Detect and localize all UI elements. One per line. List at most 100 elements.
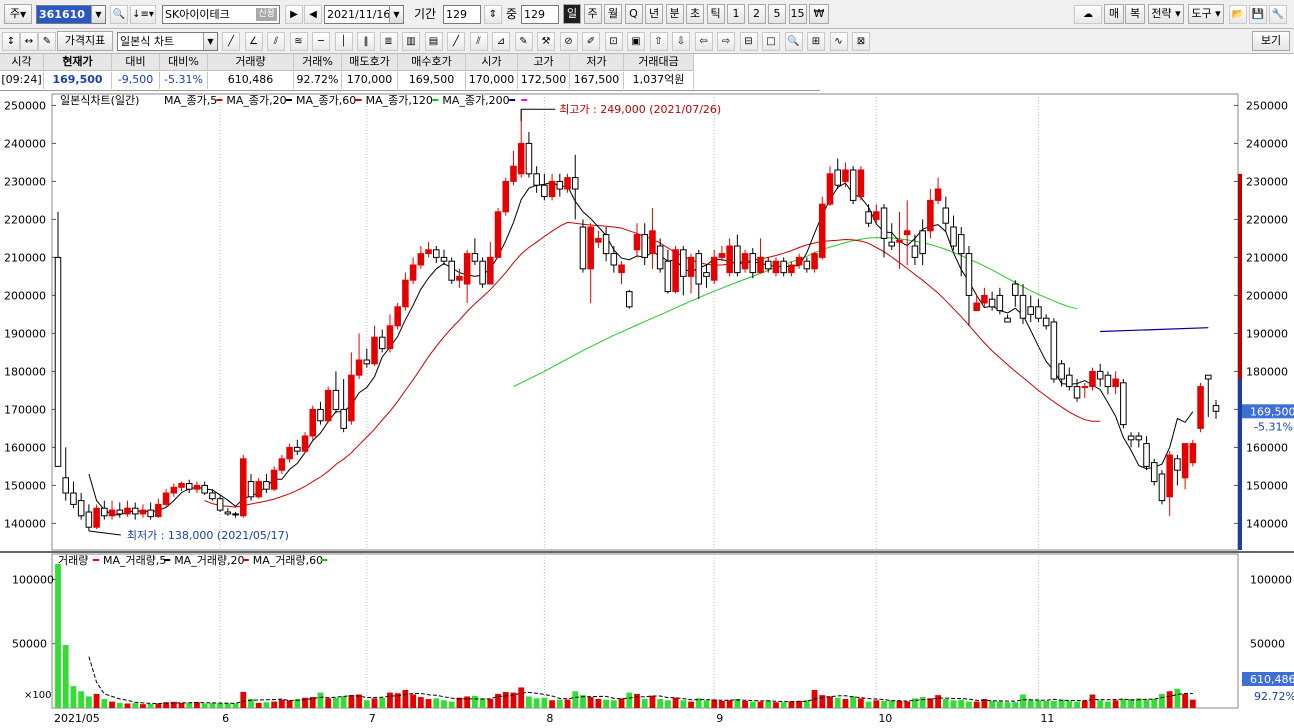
- timeframe-button-10[interactable]: 5: [768, 4, 786, 24]
- quote-header-0: 시각: [0, 54, 44, 71]
- candle-body: [610, 253, 618, 266]
- volume-bar: [1120, 699, 1127, 708]
- timeframe-button-8[interactable]: 1: [727, 4, 745, 24]
- period-spin-icon[interactable]: ⇕: [484, 5, 502, 24]
- date-dropdown[interactable]: ▼: [389, 6, 403, 23]
- toolbar-button-1[interactable]: 복: [1125, 4, 1145, 24]
- volume-bar: [634, 693, 640, 708]
- volume-bar: [155, 703, 162, 708]
- drawing-tool-icon-18[interactable]: ▣: [627, 32, 645, 51]
- drawing-tool-icon-28[interactable]: ∿: [829, 32, 848, 51]
- drawing-tool-icon-13[interactable]: ✎: [514, 32, 533, 51]
- drawing-tool-icon-27[interactable]: ⊞: [807, 32, 825, 51]
- candle-body: [1189, 443, 1197, 464]
- timeframe-button-7[interactable]: 틱: [706, 4, 725, 24]
- drawing-tool-icon-14[interactable]: ⚒: [537, 32, 555, 51]
- candle-body: [425, 249, 432, 255]
- indicator-button[interactable]: 가격지표: [57, 31, 113, 51]
- period-input[interactable]: 129: [443, 5, 481, 24]
- market-selector[interactable]: 주▼: [4, 4, 32, 24]
- prev-stock-icon[interactable]: ◀: [304, 5, 322, 24]
- drawing-tool-icon-4[interactable]: ─: [312, 32, 330, 51]
- cursor-icon[interactable]: ↕: [2, 32, 20, 51]
- volume-legend-label: 거래량: [58, 554, 88, 567]
- stock-code-dropdown[interactable]: ▼: [91, 6, 105, 23]
- chart-type-dropdown[interactable]: ▼: [203, 33, 217, 50]
- cloud-icon[interactable]: ☁: [1074, 5, 1102, 24]
- drawing-tool-icon-1[interactable]: ∠: [244, 32, 263, 51]
- y-tick-label-left: 150000: [4, 479, 46, 492]
- open-folder-icon[interactable]: 📂: [1229, 5, 1247, 24]
- save-icon[interactable]: 💾: [1249, 5, 1267, 24]
- drawing-tool-icon-26[interactable]: 🔍: [784, 32, 803, 51]
- candle-body: [1112, 378, 1119, 388]
- drawing-tool-icon-15[interactable]: ⊘: [559, 32, 578, 51]
- settings-wrench-icon[interactable]: 🔧: [1269, 5, 1287, 24]
- date-input[interactable]: 2021/11/16 ▼: [324, 5, 404, 24]
- drawing-tool-icon-7[interactable]: ≣: [379, 32, 398, 51]
- drawing-tool-icon-22[interactable]: ⇨: [717, 32, 735, 51]
- candle-body: [996, 294, 1004, 312]
- quote-value-8: 170,000: [466, 72, 518, 89]
- timeframe-button-4[interactable]: 년: [645, 4, 663, 24]
- search-icon[interactable]: 🔍: [110, 5, 128, 24]
- volume-bar: [1174, 688, 1181, 708]
- drawing-tool-icon-10[interactable]: ╱: [447, 32, 465, 51]
- drawing-tool-icon-23[interactable]: ⊟: [739, 32, 758, 51]
- candle-body: [973, 302, 980, 312]
- drawing-tool-icon-25[interactable]: □: [762, 32, 780, 51]
- drawing-tool-icon-5[interactable]: │: [334, 32, 353, 51]
- edit-icon[interactable]: ✎: [38, 32, 56, 51]
- toolbar-button-3[interactable]: 도구 ▾: [1188, 4, 1224, 24]
- view-button[interactable]: 보기: [1252, 31, 1290, 51]
- volume-bar: [132, 703, 139, 708]
- zoom-input[interactable]: 129: [521, 5, 559, 24]
- drawing-tool-icon-19[interactable]: ⇧: [649, 32, 668, 51]
- drawing-tool-icon-6[interactable]: ‖: [357, 32, 375, 51]
- volume-bar: [657, 699, 664, 708]
- timeframe-button-11[interactable]: 15: [788, 4, 807, 24]
- stock-code-input[interactable]: 361610 ▼: [36, 5, 106, 24]
- right-strip-down: [1238, 379, 1242, 550]
- timeframe-button-5[interactable]: 분: [665, 4, 684, 24]
- chart-area[interactable]: 140000 140000 150000 150000 160000 160000 1700…: [0, 90, 1294, 728]
- drawing-tool-icon-12[interactable]: ⊿: [492, 32, 510, 51]
- candle-body: [502, 180, 510, 213]
- stock-name-field[interactable]: SK아이이테크 신용: [162, 5, 280, 24]
- drawing-tool-icon-21[interactable]: ⇦: [694, 32, 713, 51]
- drawing-tool-icon-9[interactable]: ▤: [424, 32, 443, 51]
- volume-bar: [649, 695, 656, 708]
- drawing-tool-icon-0[interactable]: ╱: [222, 32, 240, 51]
- toolbar-button-2[interactable]: 전략 ▾: [1148, 4, 1184, 24]
- quote-value-9: 172,500: [518, 72, 570, 89]
- candle-body: [626, 291, 633, 308]
- drawing-tool-icon-2[interactable]: ⫽: [267, 32, 285, 51]
- timeframe-button-0[interactable]: 일: [563, 4, 581, 24]
- drawing-tool-icon-29[interactable]: ⊠: [852, 32, 870, 51]
- drawing-tool-icon-8[interactable]: ▥: [402, 32, 420, 51]
- volume-bar: [541, 697, 548, 708]
- candle-body: [664, 260, 672, 293]
- drawing-tool-icon-3[interactable]: ≋: [289, 32, 308, 51]
- drawing-tool-icon-20[interactable]: ⇩: [672, 32, 690, 51]
- volume-bar: [827, 696, 833, 708]
- scroll-icon[interactable]: ↔: [20, 32, 38, 51]
- timeframe-button-3[interactable]: Q: [624, 4, 643, 24]
- chart-type-select[interactable]: 일본식 차트 ▼: [117, 32, 218, 51]
- candle-body: [386, 325, 394, 350]
- timeframe-button-1[interactable]: 주: [583, 4, 602, 24]
- timeframe-button-2[interactable]: 월: [604, 4, 622, 24]
- candle-body: [162, 492, 170, 505]
- candle-body: [1197, 386, 1204, 429]
- next-stock-icon[interactable]: ▶: [285, 5, 303, 24]
- timeframe-button-6[interactable]: 초: [686, 4, 704, 24]
- drawing-tool-icon-11[interactable]: ⫽: [469, 32, 488, 51]
- volume-bar: [996, 701, 1003, 708]
- drawing-tool-icon-17[interactable]: ⊡: [604, 32, 623, 51]
- timeframe-button-9[interactable]: 2: [747, 4, 766, 24]
- candle-body: [494, 211, 502, 258]
- sort-icon[interactable]: ↓≡▾: [130, 5, 156, 24]
- toolbar-button-0[interactable]: 매: [1104, 4, 1124, 24]
- timeframe-button-12[interactable]: ₩: [809, 4, 829, 24]
- drawing-tool-icon-16[interactable]: ✐: [582, 32, 600, 51]
